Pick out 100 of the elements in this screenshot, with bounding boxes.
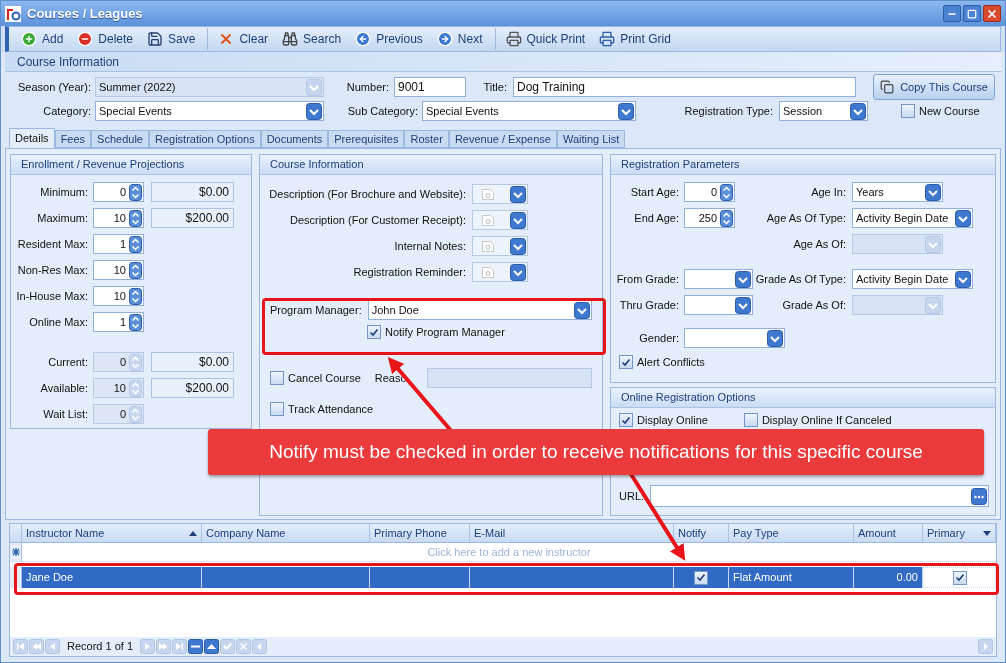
spin-icon: [129, 183, 142, 201]
dropdown[interactable]: John Doe: [367, 300, 592, 320]
field-label: Alert Conflicts: [637, 354, 705, 370]
chevron-down-icon: [735, 270, 751, 288]
url-field[interactable]: [650, 485, 989, 507]
note-dropdown[interactable]: [472, 236, 528, 256]
field-label: Maximum:: [37, 210, 88, 226]
checkbox[interactable]: [367, 325, 381, 339]
toolbar-button[interactable]: Save: [143, 28, 200, 50]
checkbox[interactable]: [952, 570, 967, 585]
spin-icon: [129, 313, 142, 331]
copy-course-button[interactable]: Copy This Course: [873, 74, 995, 100]
chevron-down-icon: [955, 209, 971, 227]
tab[interactable]: Roster: [404, 130, 449, 148]
field-label: Age As Of Type:: [766, 210, 846, 226]
toolbar-button[interactable]: Clear: [214, 28, 273, 50]
column-header[interactable]: E-Mail: [470, 524, 674, 542]
column-header[interactable]: Primary: [923, 524, 996, 542]
number-field[interactable]: 10: [93, 260, 144, 280]
toolbar-button[interactable]: Quick Print: [501, 28, 590, 50]
checkbox[interactable]: [619, 413, 633, 427]
checkbox[interactable]: [901, 104, 915, 118]
field-label: Description (For Customer Receipt):: [289, 212, 466, 228]
tab[interactable]: Revenue / Expense: [448, 130, 557, 148]
chevron-down-icon: [925, 183, 941, 201]
column-header[interactable]: Pay Type: [729, 524, 854, 542]
dropdown[interactable]: Activity Begin Date: [852, 208, 973, 228]
dropdown[interactable]: [684, 328, 785, 348]
spin-icon: [129, 405, 142, 423]
number-field[interactable]: 10: [93, 208, 144, 228]
tab[interactable]: Fees: [54, 130, 92, 148]
number-field[interactable]: 0: [684, 182, 735, 202]
chevron-down-icon: [510, 237, 526, 255]
number-field[interactable]: 0: [93, 182, 144, 202]
document-icon: [481, 187, 495, 201]
dropdown-arrow-icon[interactable]: [983, 530, 991, 536]
toolbar-button[interactable]: Print Grid: [595, 28, 675, 50]
checkbox[interactable]: [270, 402, 284, 416]
toolbar-button[interactable]: Search: [278, 28, 346, 50]
tab[interactable]: Waiting List: [556, 130, 626, 148]
field-label: Sub Category:: [347, 103, 418, 119]
ellipsis-icon[interactable]: [971, 487, 987, 505]
chevron-down-icon: [925, 296, 941, 314]
maximize-button[interactable]: [963, 5, 981, 22]
dropdown[interactable]: Years: [852, 182, 943, 202]
checkbox[interactable]: [743, 413, 758, 427]
field-label: Minimum:: [40, 184, 88, 200]
dropdown[interactable]: [684, 295, 753, 315]
record-counter: Record 1 of 1: [67, 639, 134, 655]
toolbar-button[interactable]: Previous: [351, 28, 427, 50]
remove-record-icon[interactable]: [188, 639, 204, 654]
panel-header: Enrollment / Revenue Projections: [11, 155, 251, 175]
tab[interactable]: Prerequisites: [328, 130, 405, 148]
title-input[interactable]: Dog Training: [513, 77, 856, 97]
toolbar-button[interactable]: Delete: [73, 28, 138, 50]
chevron-down-icon: [306, 78, 322, 96]
field-label: End Age:: [634, 210, 679, 226]
section-header: Course Information: [5, 52, 1001, 72]
field-label: Resident Max:: [17, 236, 88, 252]
column-header[interactable]: Instructor Name: [22, 524, 202, 542]
number-input[interactable]: 9001: [394, 77, 466, 97]
chevron-down-icon: [850, 102, 866, 120]
note-dropdown[interactable]: [472, 262, 528, 282]
table-row[interactable]: Jane Doe Flat Amount 0.00: [10, 567, 996, 588]
checkbox[interactable]: [694, 570, 708, 585]
toolbar-button[interactable]: Next: [432, 28, 487, 50]
dropdown[interactable]: Activity Begin Date: [852, 269, 973, 289]
column-header[interactable]: Amount: [854, 524, 923, 542]
column-header[interactable]: Primary Phone: [370, 524, 470, 542]
minimize-button[interactable]: [943, 5, 961, 22]
dropdown[interactable]: Special Events: [95, 101, 324, 121]
number-field[interactable]: 1: [93, 312, 144, 332]
number-field[interactable]: 1: [93, 234, 144, 254]
note-dropdown[interactable]: [472, 184, 528, 204]
column-header[interactable]: Company Name: [202, 524, 370, 542]
arrow-right-circle-icon: [436, 31, 453, 47]
document-icon: [481, 213, 495, 227]
move-up-icon[interactable]: [204, 639, 220, 654]
tab[interactable]: Schedule: [91, 130, 149, 148]
tab[interactable]: Details: [9, 128, 55, 148]
close-icon: [986, 7, 998, 20]
column-header[interactable]: Notify: [674, 524, 729, 542]
number-field[interactable]: 10: [93, 286, 144, 306]
field-label: Title:: [483, 79, 507, 95]
toolbar-button[interactable]: Add: [17, 28, 68, 50]
note-dropdown[interactable]: [472, 210, 528, 230]
checkbox[interactable]: [619, 355, 633, 369]
tab[interactable]: Documents: [260, 130, 329, 148]
close-button[interactable]: [983, 5, 1001, 22]
field-label: Age In:: [811, 184, 846, 200]
dropdown[interactable]: Special Events: [422, 101, 636, 121]
dropdown[interactable]: [684, 269, 753, 289]
panel-header: Registration Parameters: [611, 155, 995, 175]
number-field[interactable]: 250: [684, 208, 735, 228]
field-label: Grade As Of Type:: [755, 271, 846, 287]
tab[interactable]: Registration Options: [148, 130, 261, 148]
spin-icon: [129, 261, 142, 279]
checkbox[interactable]: [270, 371, 284, 385]
dropdown[interactable]: Session: [779, 101, 868, 121]
new-row-icon: [11, 548, 20, 556]
